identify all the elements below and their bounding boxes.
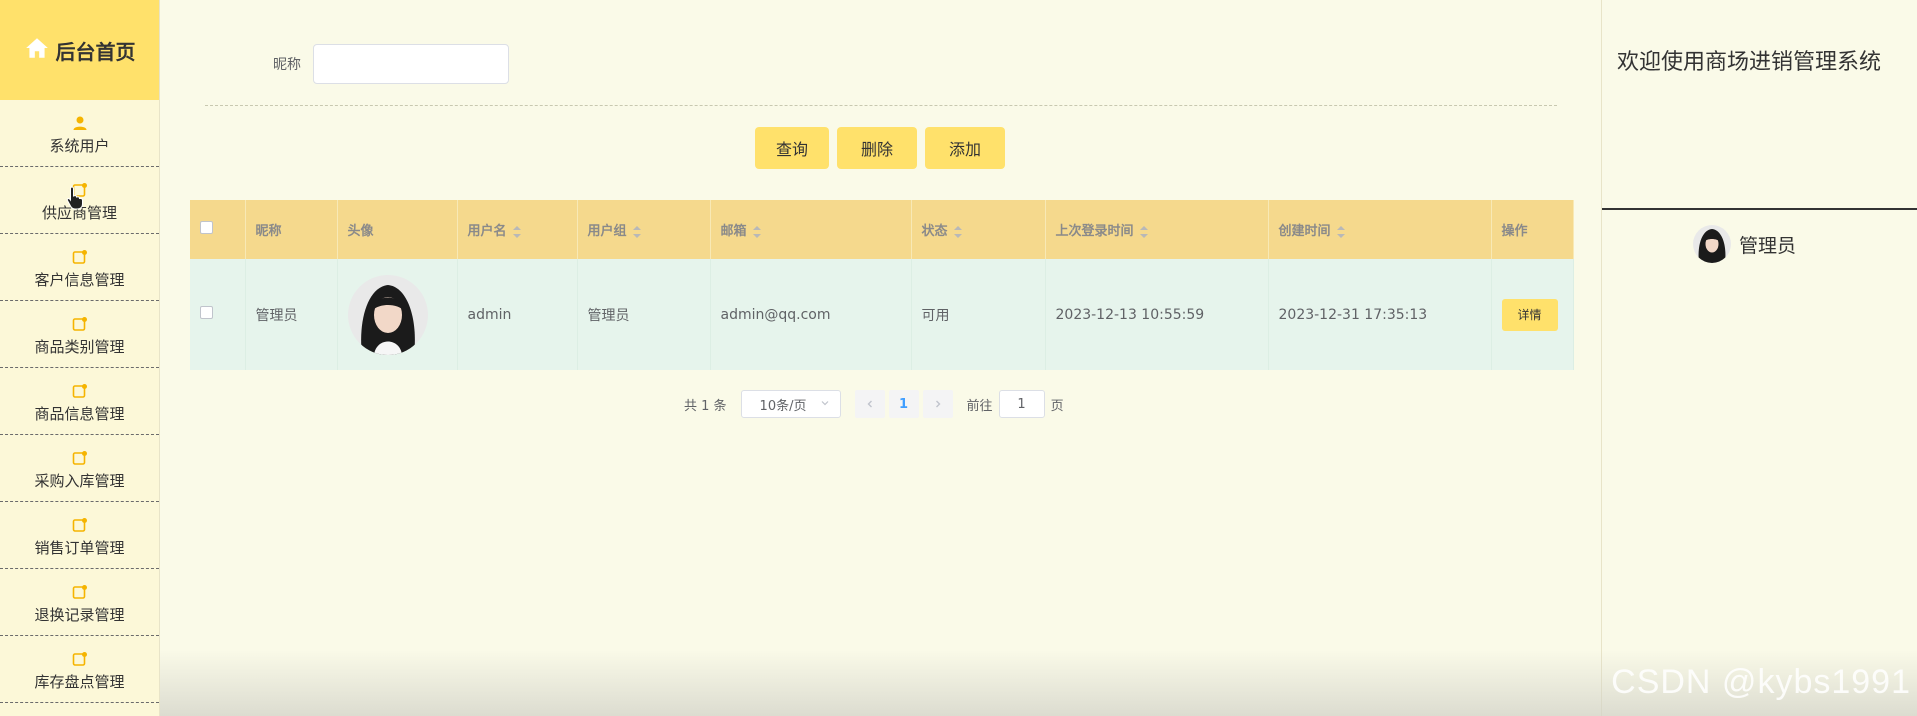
cell-avatar (337, 259, 458, 370)
sidebar-item-purchase[interactable]: 采购入库管理 (0, 435, 159, 502)
page-nav: 1 (854, 390, 953, 418)
chevron-right-icon (935, 400, 941, 408)
row-checkbox[interactable] (200, 306, 213, 319)
row-select-cell (190, 259, 246, 370)
sidebar-item-label: 销售订单管理 (34, 539, 125, 557)
edit-icon (72, 383, 88, 399)
column-header[interactable]: 用户组 (577, 200, 711, 259)
cell-last-login: 2023-12-13 10:55:59 (1045, 259, 1269, 370)
welcome-title: 欢迎使用商场进销管理系统 (1617, 50, 1882, 75)
sidebar-item-label: 采购入库管理 (34, 472, 125, 490)
sort-icon[interactable] (512, 225, 521, 238)
nickname-search-input[interactable] (313, 44, 509, 84)
chevron-down-icon (820, 397, 830, 412)
delete-button[interactable]: 删除 (837, 127, 917, 169)
table-header-row: 昵称 头像 用户名 用户组 邮箱 状态 上次登录时间 创建时间 操作 (190, 200, 1574, 259)
column-header[interactable]: 创建时间 (1268, 200, 1492, 259)
sidebar: 后台首页 系统用户 供应商管理 客户信息管理 商品类别管理 商品信息管理 采购入… (0, 0, 160, 716)
total-count: 共 1 条 (684, 398, 727, 414)
search-label: 昵称 (273, 57, 301, 73)
sidebar-item-label: 客户信息管理 (34, 271, 125, 289)
sidebar-item-system-users[interactable]: 系统用户 (0, 100, 159, 167)
users-table: 昵称 头像 用户名 用户组 邮箱 状态 上次登录时间 创建时间 操作 管理员 a… (190, 200, 1574, 370)
sidebar-item-product[interactable]: 商品信息管理 (0, 368, 159, 435)
main-content: 昵称 查询 删除 添加 昵称 头像 用户名 用户组 邮箱 状态 上次登录时间 创… (160, 0, 1601, 716)
avatar (1693, 225, 1731, 263)
column-header[interactable]: 状态 (911, 200, 1046, 259)
cell-actions: 详情 (1491, 259, 1574, 370)
sort-icon[interactable] (1336, 225, 1345, 238)
divider (1602, 208, 1917, 210)
detail-button[interactable]: 详情 (1501, 298, 1558, 331)
page-size-select[interactable]: 10条/页 (740, 390, 841, 418)
user-name: 管理员 (1739, 234, 1797, 257)
chevron-left-icon (867, 400, 872, 408)
sidebar-item-label: 商品类别管理 (34, 338, 125, 356)
select-all-checkbox[interactable] (200, 221, 213, 234)
sort-icon[interactable] (752, 225, 761, 238)
column-header-label: 上次登录时间 (1055, 224, 1134, 239)
sidebar-item-returns[interactable]: 退换记录管理 (0, 569, 159, 636)
cell-status: 可用 (911, 259, 1046, 370)
sidebar-item-label: 退换记录管理 (34, 606, 125, 624)
edit-icon (72, 249, 88, 265)
add-button[interactable]: 添加 (925, 127, 1005, 169)
next-page-button[interactable] (922, 390, 953, 418)
goto-label: 前往 (966, 398, 993, 414)
sidebar-item-sales[interactable]: 销售订单管理 (0, 502, 159, 569)
edit-icon (72, 450, 88, 466)
action-buttons: 查询 删除 添加 (755, 127, 1005, 169)
column-header-label: 邮箱 (720, 224, 747, 239)
cell-created: 2023-12-31 17:35:13 (1268, 259, 1492, 370)
sidebar-item-inventory[interactable]: 库存盘点管理 (0, 636, 159, 703)
column-header: 操作 (1491, 200, 1574, 259)
home-icon (24, 35, 50, 66)
prev-page-button[interactable] (854, 390, 885, 418)
column-header-label: 状态 (921, 224, 948, 239)
right-panel: 欢迎使用商场进销管理系统 管理员 (1601, 0, 1917, 716)
sort-icon[interactable] (1139, 225, 1148, 238)
table-row: 管理员 admin 管理员 admin@qq.com 可用 2023-12-13… (190, 259, 1574, 370)
hand-cursor-icon (66, 186, 83, 210)
column-header: 头像 (337, 200, 458, 259)
edit-icon (72, 316, 88, 332)
search-bar: 昵称 (273, 44, 509, 84)
edit-icon (72, 584, 88, 600)
sidebar-home[interactable]: 后台首页 (0, 0, 159, 100)
column-header: 昵称 (245, 200, 338, 259)
cell-email: admin@qq.com (710, 259, 912, 370)
query-button[interactable]: 查询 (755, 127, 829, 169)
page-suffix: 页 (1050, 398, 1064, 414)
column-header-label: 用户组 (587, 224, 627, 239)
page-number[interactable]: 1 (888, 390, 919, 418)
sidebar-item-category[interactable]: 商品类别管理 (0, 301, 159, 368)
cell-group: 管理员 (577, 259, 711, 370)
edit-icon (72, 517, 88, 533)
user-profile[interactable]: 管理员 (1693, 225, 1796, 263)
sidebar-home-label: 后台首页 (55, 39, 136, 64)
column-header[interactable]: 邮箱 (710, 200, 912, 259)
sidebar-item-label: 系统用户 (49, 137, 110, 155)
sidebar-item-label: 商品信息管理 (34, 405, 125, 423)
sidebar-item-customer[interactable]: 客户信息管理 (0, 234, 159, 301)
user-icon (72, 115, 88, 131)
edit-icon (72, 651, 88, 667)
pagination: 共 1 条 10条/页 1 前往 1 页 (684, 390, 1064, 418)
sort-icon[interactable] (953, 225, 962, 238)
column-header[interactable]: 上次登录时间 (1045, 200, 1269, 259)
column-header-label: 创建时间 (1278, 224, 1331, 239)
cell-username: admin (457, 259, 578, 370)
select-all-cell (190, 200, 246, 259)
page-size-value: 10条/页 (759, 398, 807, 414)
sidebar-item-label: 库存盘点管理 (34, 673, 125, 691)
goto-page-input[interactable]: 1 (998, 390, 1045, 418)
divider (205, 105, 1557, 106)
avatar (347, 274, 428, 355)
cell-nickname: 管理员 (245, 259, 338, 370)
sort-icon[interactable] (632, 225, 641, 238)
column-header[interactable]: 用户名 (457, 200, 578, 259)
column-header-label: 用户名 (467, 224, 507, 239)
